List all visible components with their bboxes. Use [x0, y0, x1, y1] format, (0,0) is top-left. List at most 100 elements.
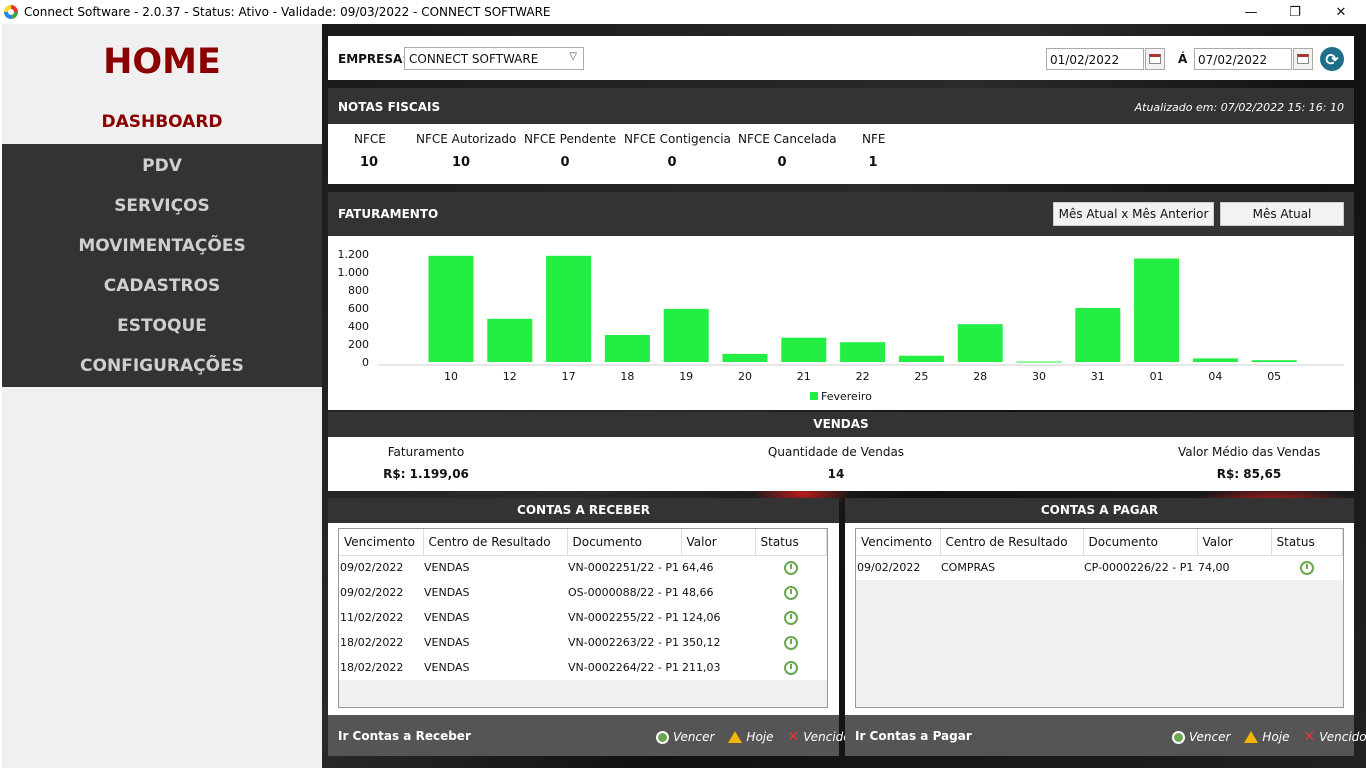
warning-icon — [728, 731, 743, 743]
sidebar-item-estoque[interactable]: ESTOQUE — [2, 306, 322, 346]
nf-stat-contigencia: NFCE Contigencia 0 — [624, 132, 731, 170]
updated-timestamp: Atualizado em: 07/02/2022 15: 16: 10 — [1134, 101, 1344, 114]
table-cell: OS-0000088/22 - P1 — [567, 580, 681, 605]
nf-stat-value: 10 — [451, 155, 471, 170]
calendar-to-button[interactable] — [1293, 48, 1313, 70]
vendas-header: VENDAS — [328, 412, 1354, 437]
legend-vencido: Vencido — [1319, 730, 1366, 744]
nf-stat-label: NFCE Contigencia — [624, 132, 731, 146]
close-button[interactable]: ✕ — [1318, 0, 1364, 24]
filter-bar: EMPRESA: CONNECT SOFTWARE ▽ 01/02/2022 Á… — [328, 36, 1354, 80]
mes-atual-button[interactable]: Mês Atual — [1220, 202, 1344, 226]
chevron-down-icon: ▽ — [569, 51, 577, 62]
vendas-quantidade-label: Quantidade de Vendas — [767, 445, 905, 459]
ir-contas-receber-link[interactable]: Ir Contas a Receber — [338, 729, 471, 743]
app-logo-icon — [4, 5, 18, 19]
status-cell — [755, 580, 827, 605]
status-legend: Vencer Hoje ✕ Vencido — [656, 729, 851, 745]
column-header-status[interactable]: Status — [1271, 529, 1343, 556]
contas-pagar-table[interactable]: Vencimento Centro de Resultado Documento… — [855, 528, 1344, 708]
contas-pagar-body: Vencimento Centro de Resultado Documento… — [845, 523, 1354, 715]
date-to-input[interactable]: 07/02/2022 — [1194, 48, 1292, 70]
table-row[interactable]: 09/02/2022 VENDAS OS-0000088/22 - P1 48,66 — [339, 580, 827, 605]
bar — [781, 337, 827, 362]
column-header-vencimento[interactable]: Vencimento — [856, 529, 941, 556]
bar — [840, 342, 886, 362]
column-header-vencimento[interactable]: Vencimento — [339, 529, 424, 556]
sidebar-menu: PDV SERVIÇOS MOVIMENTAÇÕES CADASTROS EST… — [2, 144, 322, 387]
bar — [1251, 360, 1297, 362]
sidebar-item-movimentacoes[interactable]: MOVIMENTAÇÕES — [2, 226, 322, 266]
table-cell: 124,06 — [681, 605, 755, 630]
table-cell: 18/02/2022 — [339, 655, 423, 680]
table-cell: VENDAS — [423, 605, 567, 630]
legend-swatch — [810, 392, 818, 400]
column-header-status[interactable]: Status — [755, 529, 827, 556]
clock-icon — [656, 730, 669, 744]
home-title[interactable]: HOME — [2, 42, 322, 82]
column-header-centro[interactable]: Centro de Resultado — [940, 529, 1084, 556]
status-cell — [755, 555, 827, 580]
legend-vencer: Vencer — [673, 730, 715, 744]
sidebar-item-dashboard[interactable]: DASHBOARD — [2, 112, 322, 132]
table-row[interactable]: 18/02/2022 VENDAS VN-0002263/22 - P1 350,12 — [339, 630, 827, 655]
date-from-input[interactable]: 01/02/2022 — [1046, 48, 1144, 70]
nf-stat-label: NFE — [862, 132, 886, 146]
table-cell: 18/02/2022 — [339, 630, 423, 655]
faturamento-header: FATURAMENTO Mês Atual x Mês Anterior Mês… — [328, 192, 1354, 236]
date-range-separator: Á — [1178, 52, 1188, 66]
contas-receber-body: Vencimento Centro de Resultado Documento… — [328, 523, 839, 715]
column-header-documento[interactable]: Documento — [567, 529, 682, 556]
table-cell: VENDAS — [423, 630, 567, 655]
ir-contas-pagar-link[interactable]: Ir Contas a Pagar — [855, 729, 972, 743]
table-row[interactable]: 11/02/2022 VENDAS VN-0002255/22 - P1 124,06 — [339, 605, 827, 630]
y-tick-label: 800 — [348, 284, 369, 297]
refresh-button[interactable]: ⟳ — [1320, 47, 1344, 71]
minimize-button[interactable]: — — [1228, 0, 1274, 24]
vendas-panel: Faturamento R$: 1.199,06 Quantidade de V… — [328, 437, 1354, 491]
contas-receber-table[interactable]: Vencimento Centro de Resultado Documento… — [338, 528, 828, 708]
sidebar: HOME DASHBOARD PDV SERVIÇOS MOVIMENTAÇÕE… — [2, 24, 322, 768]
table-cell: VN-0002264/22 - P1 — [567, 655, 681, 680]
column-header-centro[interactable]: Centro de Resultado — [423, 529, 568, 556]
status-legend: Vencer Hoje ✕ Vencido — [1172, 729, 1366, 745]
table-cell: 09/02/2022 — [856, 555, 940, 580]
y-tick-label: 0 — [362, 356, 369, 369]
legend-vencido: Vencido — [803, 730, 851, 744]
column-header-documento[interactable]: Documento — [1083, 529, 1198, 556]
calendar-from-button[interactable] — [1145, 48, 1165, 70]
empresa-select[interactable]: CONNECT SOFTWARE ▽ — [404, 47, 584, 70]
x-tick-label: 20 — [738, 370, 752, 383]
column-header-valor[interactable]: Valor — [1197, 529, 1272, 556]
bar — [546, 255, 592, 362]
y-tick-label: 600 — [348, 302, 369, 315]
x-tick-label: 10 — [444, 370, 458, 383]
nf-stat-label: NFCE Autorizado — [416, 132, 517, 146]
bar — [957, 324, 1003, 362]
nf-stat-label: NFCE Cancelada — [738, 132, 837, 146]
vendas-medio-value: R$: 85,65 — [1216, 467, 1282, 481]
maximize-button[interactable]: ❐ — [1272, 0, 1318, 24]
bar — [1016, 361, 1062, 363]
clock-icon — [783, 610, 798, 625]
sidebar-item-configuracoes[interactable]: CONFIGURAÇÕES — [2, 346, 322, 386]
sidebar-item-cadastros[interactable]: CADASTROS — [2, 266, 322, 306]
title-bar: Connect Software - 2.0.37 - Status: Ativ… — [0, 0, 1366, 24]
table-cell: VN-0002251/22 - P1 — [567, 555, 681, 580]
table-row[interactable]: 09/02/2022 COMPRAS CP-0000226/22 - P1 74,00 — [856, 555, 1343, 580]
table-cell: 09/02/2022 — [339, 555, 423, 580]
bar — [1075, 308, 1121, 362]
mes-atual-x-anterior-button[interactable]: Mês Atual x Mês Anterior — [1053, 202, 1214, 226]
table-cell: VENDAS — [423, 655, 567, 680]
status-cell — [1271, 555, 1343, 580]
table-row[interactable]: 18/02/2022 VENDAS VN-0002264/22 - P1 211,03 — [339, 655, 827, 680]
refresh-icon: ⟳ — [1325, 49, 1339, 69]
y-tick-label: 400 — [348, 320, 369, 333]
table-row[interactable]: 09/02/2022 VENDAS VN-0002251/22 - P1 64,46 — [339, 555, 827, 580]
column-header-valor[interactable]: Valor — [681, 529, 756, 556]
sidebar-item-servicos[interactable]: SERVIÇOS — [2, 186, 322, 226]
table-cell: 09/02/2022 — [339, 580, 423, 605]
sidebar-item-pdv[interactable]: PDV — [2, 146, 322, 186]
contas-pagar-panel: CONTAS A PAGAR Vencimento Centro de Resu… — [845, 498, 1366, 756]
vendas-faturamento-value: R$: 1.199,06 — [383, 467, 469, 481]
